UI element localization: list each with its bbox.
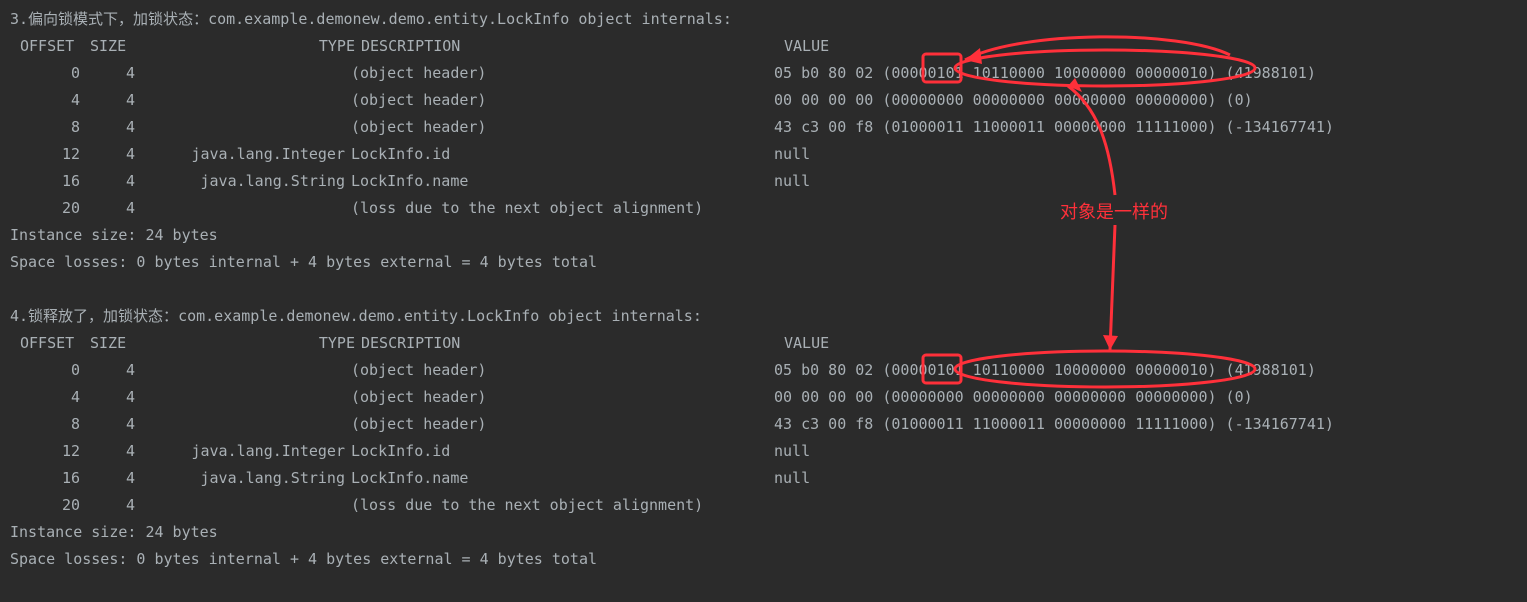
footer-line: Instance size: 24 bytes: [10, 519, 1517, 546]
table-row: 84 (object header)43 c3 00 f8 (01000011 1…: [10, 411, 1517, 438]
cell-size: 4: [80, 195, 135, 222]
cell-offset: 0: [10, 60, 80, 87]
cell-value: null: [774, 168, 810, 195]
cell-size: 4: [80, 438, 135, 465]
hdr-offset: OFFSET: [10, 330, 90, 357]
cell-desc: (loss due to the next object alignment): [351, 195, 774, 222]
cell-value: null: [774, 438, 810, 465]
table-row: 164java.lang.StringLockInfo.namenull: [10, 168, 1517, 195]
cell-offset: 16: [10, 465, 80, 492]
cell-offset: 4: [10, 87, 80, 114]
cell-value: 00 00 00 00 (00000000 00000000 00000000 …: [774, 87, 1253, 114]
cell-desc: (loss due to the next object alignment): [351, 492, 774, 519]
hdr-desc: DESCRIPTION: [361, 33, 784, 60]
table-row: 04 (object header)05 b0 80 02 (00000101 1…: [10, 60, 1517, 87]
cell-value: 05 b0 80 02 (00000101 10110000 10000000 …: [774, 357, 1316, 384]
cell-desc: (object header): [351, 114, 774, 141]
cell-size: 4: [80, 168, 135, 195]
footer-instance-size: Instance size: 24 bytes: [10, 523, 218, 541]
table-row: 84 (object header)43 c3 00 f8 (01000011 1…: [10, 114, 1517, 141]
cell-desc: LockInfo.id: [351, 141, 774, 168]
cell-value: 43 c3 00 f8 (01000011 11000011 00000000 …: [774, 411, 1334, 438]
hdr-offset: OFFSET: [10, 33, 90, 60]
cell-value: null: [774, 141, 810, 168]
cell-value: 05 b0 80 02 (00000101 10110000 10000000 …: [774, 60, 1316, 87]
hdr-value: VALUE: [784, 33, 829, 60]
cell-offset: 20: [10, 492, 80, 519]
table-header: OFFSETSIZETYPEDESCRIPTIONVALUE: [10, 33, 1517, 60]
cell-type: java.lang.Integer: [135, 438, 351, 465]
hdr-value: VALUE: [784, 330, 829, 357]
cell-desc: LockInfo.name: [351, 168, 774, 195]
table-row: 04 (object header)05 b0 80 02 (00000101 1…: [10, 357, 1517, 384]
cell-offset: 8: [10, 114, 80, 141]
hdr-type: TYPE: [145, 33, 361, 60]
block-title: 3.偏向锁模式下，加锁状态：com.example.demonew.demo.e…: [10, 10, 732, 28]
cell-desc: (object header): [351, 411, 774, 438]
cell-offset: 16: [10, 168, 80, 195]
footer-line: Instance size: 24 bytes: [10, 222, 1517, 249]
terminal-output: 3.偏向锁模式下，加锁状态：com.example.demonew.demo.e…: [0, 0, 1527, 583]
cell-desc: (object header): [351, 60, 774, 87]
blank-line: [10, 276, 1517, 303]
cell-type: java.lang.Integer: [135, 141, 351, 168]
block-title: 4.锁释放了，加锁状态：com.example.demonew.demo.ent…: [10, 307, 702, 325]
hdr-desc: DESCRIPTION: [361, 330, 784, 357]
table-row: 44 (object header)00 00 00 00 (00000000 0…: [10, 384, 1517, 411]
cell-offset: 12: [10, 438, 80, 465]
table-header: OFFSETSIZETYPEDESCRIPTIONVALUE: [10, 330, 1517, 357]
hdr-size: SIZE: [90, 330, 145, 357]
cell-offset: 8: [10, 411, 80, 438]
footer-space-losses: Space losses: 0 bytes internal + 4 bytes…: [10, 550, 597, 568]
cell-offset: 20: [10, 195, 80, 222]
cell-size: 4: [80, 141, 135, 168]
table-row: 124java.lang.IntegerLockInfo.idnull: [10, 438, 1517, 465]
cell-desc: LockInfo.id: [351, 438, 774, 465]
block-title-line: 3.偏向锁模式下，加锁状态：com.example.demonew.demo.e…: [10, 6, 1517, 33]
cell-desc: (object header): [351, 384, 774, 411]
footer-space-losses: Space losses: 0 bytes internal + 4 bytes…: [10, 253, 597, 271]
cell-value: null: [774, 465, 810, 492]
cell-offset: 4: [10, 384, 80, 411]
cell-value: 43 c3 00 f8 (01000011 11000011 00000000 …: [774, 114, 1334, 141]
cell-size: 4: [80, 492, 135, 519]
table-row: 164java.lang.StringLockInfo.namenull: [10, 465, 1517, 492]
footer-instance-size: Instance size: 24 bytes: [10, 226, 218, 244]
cell-size: 4: [80, 60, 135, 87]
cell-size: 4: [80, 357, 135, 384]
table-row: 44 (object header)00 00 00 00 (00000000 0…: [10, 87, 1517, 114]
cell-type: java.lang.String: [135, 168, 351, 195]
cell-offset: 0: [10, 357, 80, 384]
hdr-size: SIZE: [90, 33, 145, 60]
cell-type: java.lang.String: [135, 465, 351, 492]
cell-desc: (object header): [351, 87, 774, 114]
block-title-line: 4.锁释放了，加锁状态：com.example.demonew.demo.ent…: [10, 303, 1517, 330]
cell-desc: LockInfo.name: [351, 465, 774, 492]
hdr-type: TYPE: [145, 330, 361, 357]
footer-line: Space losses: 0 bytes internal + 4 bytes…: [10, 546, 1517, 573]
cell-size: 4: [80, 384, 135, 411]
cell-size: 4: [80, 114, 135, 141]
footer-line: Space losses: 0 bytes internal + 4 bytes…: [10, 249, 1517, 276]
cell-size: 4: [80, 411, 135, 438]
table-row: 124java.lang.IntegerLockInfo.idnull: [10, 141, 1517, 168]
cell-desc: (object header): [351, 357, 774, 384]
cell-size: 4: [80, 87, 135, 114]
table-row: 204 (loss due to the next object alignmen…: [10, 492, 1517, 519]
cell-size: 4: [80, 465, 135, 492]
cell-value: 00 00 00 00 (00000000 00000000 00000000 …: [774, 384, 1253, 411]
table-row: 204 (loss due to the next object alignmen…: [10, 195, 1517, 222]
cell-offset: 12: [10, 141, 80, 168]
